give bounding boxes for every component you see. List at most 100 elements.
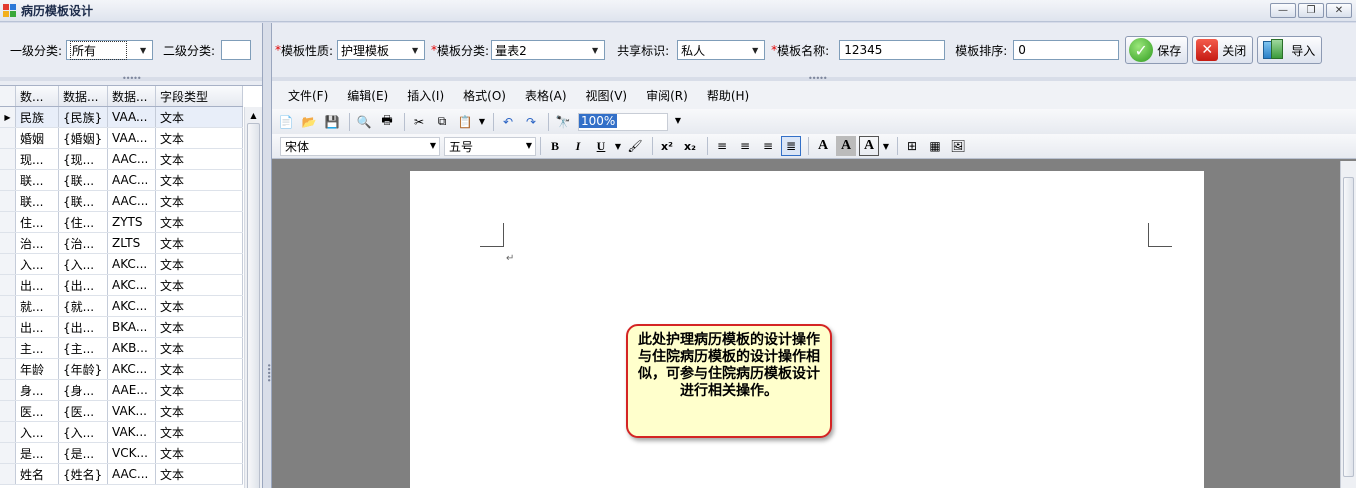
table-cell[interactable]: AAC... [108,149,156,169]
table-cell[interactable]: {出... [59,317,108,337]
table-cell[interactable]: ZLTS [108,233,156,253]
font-name-select[interactable]: 宋体 ▼ [280,136,440,156]
menu-item[interactable]: 格式(O) [463,87,506,104]
table-cell[interactable]: 现... [16,149,59,169]
italic-icon[interactable]: I [568,136,588,156]
table-cell[interactable]: 文本 [156,317,243,337]
table-cell[interactable]: {是... [59,443,108,463]
table-cell[interactable]: 主... [16,338,59,358]
table-row[interactable]: 是... {是... VCK... 文本 [0,443,243,464]
table-row[interactable]: 治... {治... ZLTS 文本 [0,233,243,254]
table-cell[interactable]: 出... [16,317,59,337]
table-row[interactable]: 入... {入... VAK... 文本 [0,422,243,443]
table-cell[interactable]: 文本 [156,149,243,169]
table-cell[interactable]: {出... [59,275,108,295]
close-button[interactable]: ✕ 关闭 [1192,36,1254,64]
menu-item[interactable]: 帮助(H) [707,87,749,104]
table-cell[interactable]: {住... [59,212,108,232]
superscript-icon[interactable]: x² [657,136,677,156]
table-cell[interactable]: 身... [16,380,59,400]
table-cell[interactable]: 文本 [156,401,243,421]
redo-icon[interactable]: ↷ [521,112,541,132]
column-header-2[interactable]: 数据... [59,86,108,106]
table-cell[interactable]: {年龄} [59,359,108,379]
row-header[interactable] [0,338,16,358]
table-cell[interactable]: 文本 [156,338,243,358]
table-row[interactable]: ▶ 民族 {民族} VAA... 文本 [0,107,243,128]
save-disk-icon[interactable]: 💾 [322,112,342,132]
table-row[interactable]: 主... {主... AKB... 文本 [0,338,243,359]
table-cell[interactable]: 文本 [156,422,243,442]
table-cell[interactable]: {治... [59,233,108,253]
font-size-select[interactable]: 五号 ▼ [444,136,536,156]
chevron-down-icon[interactable]: ▼ [614,136,622,156]
save-button[interactable]: ✓ 保存 [1125,36,1189,64]
restore-button[interactable]: ❐ [1298,3,1324,18]
table-row[interactable]: 婚姻 {婚姻} VAA... 文本 [0,128,243,149]
table-cell[interactable]: 姓名 [16,464,59,484]
row-header[interactable] [0,359,16,379]
scroll-thumb[interactable] [1343,177,1354,477]
table-cell[interactable]: {姓名} [59,464,108,484]
table-row[interactable]: 身... {身... AAE... 文本 [0,380,243,401]
table-row[interactable]: 姓名 {姓名} AAC... 文本 [0,464,243,485]
character-border-icon[interactable]: A [859,136,879,156]
row-header[interactable] [0,422,16,442]
table-row[interactable]: 联... {联... AAC... 文本 [0,191,243,212]
table-cell[interactable]: 文本 [156,233,243,253]
table-cell[interactable]: AAC... [108,191,156,211]
table-row[interactable]: 出... {出... AKC... 文本 [0,275,243,296]
share-flag-select[interactable]: 私人 ▼ [677,40,766,60]
row-header[interactable] [0,170,16,190]
table-cell[interactable]: 是... [16,443,59,463]
table-cell[interactable]: 文本 [156,107,243,127]
insert-image-icon[interactable]: 🖼 [948,136,968,156]
table-row[interactable]: 出... {出... BKA... 文本 [0,317,243,338]
align-right-icon[interactable]: ≡ [758,136,778,156]
table-cell[interactable]: 文本 [156,464,243,484]
menu-item[interactable]: 文件(F) [288,87,328,104]
table-cell[interactable]: 治... [16,233,59,253]
menu-item[interactable]: 编辑(E) [347,87,388,104]
table-cell[interactable]: VAK... [108,401,156,421]
table-row[interactable]: 医... {医... VAK... 文本 [0,401,243,422]
table-cell[interactable]: AKC... [108,359,156,379]
table-cell[interactable]: AAE... [108,380,156,400]
row-header[interactable] [0,443,16,463]
align-center-icon[interactable]: ≡ [735,136,755,156]
table-cell[interactable]: 文本 [156,212,243,232]
align-justify-icon[interactable]: ≣ [781,136,801,156]
template-category-select[interactable]: 量表2 ▼ [491,40,606,60]
grid-scrollbar[interactable]: ▲ [244,107,262,488]
table-cell[interactable]: VAK... [108,422,156,442]
table-cell[interactable]: 文本 [156,170,243,190]
table-cell[interactable]: 年龄 [16,359,59,379]
chevron-down-icon[interactable]: ▼ [882,136,890,156]
open-folder-icon[interactable]: 📂 [299,112,319,132]
table-cell[interactable]: VAA... [108,107,156,127]
level2-category-select[interactable] [221,40,252,60]
row-header[interactable] [0,380,16,400]
table-cell[interactable]: {身... [59,380,108,400]
scroll-thumb[interactable] [247,123,260,488]
table-cell[interactable]: AKC... [108,254,156,274]
format-painter-icon[interactable]: 🖌 [625,136,645,156]
table-cell[interactable]: AKC... [108,296,156,316]
table-cell[interactable]: {婚姻} [59,128,108,148]
table-row[interactable]: 年龄 {年龄} AKC... 文本 [0,359,243,380]
close-window-button[interactable]: ✕ [1326,3,1352,18]
table-cell[interactable]: 入... [16,254,59,274]
zoom-select[interactable]: 100% ▼ [578,112,681,131]
table-cell[interactable]: 文本 [156,275,243,295]
level1-category-select[interactable]: 所有 ▼ [66,40,154,60]
new-document-icon[interactable]: 📄 [276,112,296,132]
column-header-4[interactable]: 字段类型 [156,86,243,106]
print-icon[interactable]: 🖶 [377,112,397,132]
scroll-up-icon[interactable]: ▲ [245,107,262,123]
underline-icon[interactable]: U [591,136,611,156]
menu-item[interactable]: 视图(V) [586,87,628,104]
table-cell[interactable]: 出... [16,275,59,295]
row-header[interactable] [0,128,16,148]
row-header[interactable] [0,254,16,274]
document-scrollbar[interactable] [1340,161,1356,488]
